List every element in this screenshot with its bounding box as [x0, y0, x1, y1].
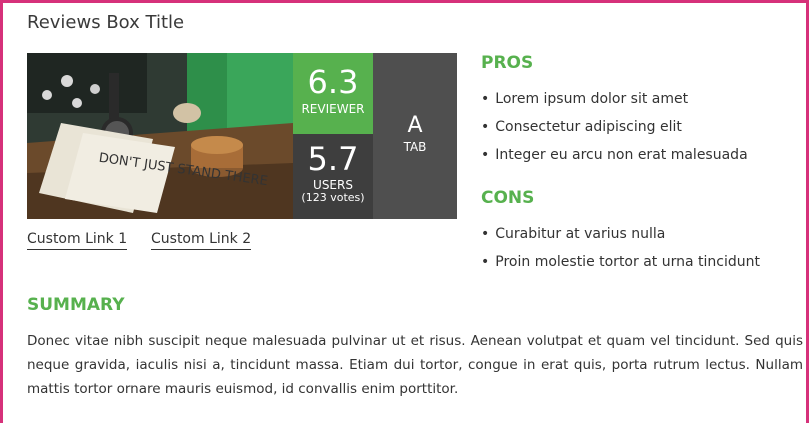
cons-item: Proin molestie tortor at urna tincidunt — [481, 248, 760, 276]
pros-list: Lorem ipsum dolor sit amet Consectetur a… — [481, 85, 748, 169]
tab-label: TAB — [403, 140, 427, 154]
tab-grade-panel: A TAB — [373, 53, 457, 219]
pros-item: Consectetur adipiscing elit — [481, 113, 748, 141]
reviewer-score-panel: 6.3 REVIEWER — [293, 53, 373, 134]
cons-list: Curabitur at varius nulla Proin molestie… — [481, 220, 760, 276]
review-image: DON'T JUST STAND THERE — [27, 53, 293, 219]
pros-item: Lorem ipsum dolor sit amet — [481, 85, 748, 113]
reviewer-label: REVIEWER — [301, 102, 365, 116]
cons-heading: CONS — [481, 188, 535, 208]
reviews-box: Reviews Box Title DON'T JUST STAND THERE… — [0, 0, 809, 423]
reviews-box-title: Reviews Box Title — [27, 12, 185, 33]
users-score-panel: 5.7 USERS (123 votes) — [293, 134, 373, 219]
pros-item: Integer eu arcu non erat malesuada — [481, 141, 747, 169]
summary-text: Donec vitae nibh suscipit neque malesuad… — [27, 333, 803, 397]
custom-link-1[interactable]: Custom Link 1 — [27, 231, 128, 250]
users-votes: (123 votes) — [301, 191, 365, 204]
reviewer-score: 6.3 — [307, 63, 359, 101]
tab-grade: A — [407, 113, 423, 138]
summary-heading: SUMMARY — [27, 295, 125, 315]
custom-link-2[interactable]: Custom Link 2 — [151, 231, 252, 250]
pros-heading: PROS — [481, 53, 534, 73]
users-score: 5.7 — [307, 140, 359, 178]
cons-item: Curabitur at varius nulla — [481, 220, 760, 248]
